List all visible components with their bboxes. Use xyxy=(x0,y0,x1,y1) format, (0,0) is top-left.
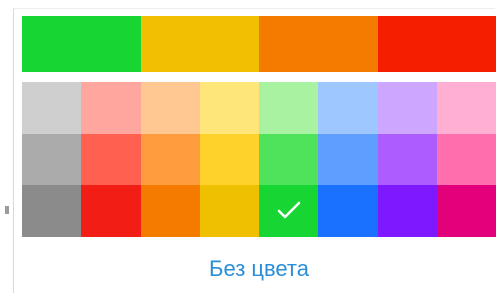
color-swatch[interactable] xyxy=(22,82,82,134)
color-swatch[interactable] xyxy=(259,133,319,186)
color-swatch[interactable] xyxy=(377,82,437,134)
color-swatch[interactable] xyxy=(140,185,200,237)
color-swatch[interactable] xyxy=(199,185,259,237)
color-swatch[interactable] xyxy=(436,82,496,134)
color-swatch[interactable] xyxy=(436,185,496,237)
color-swatch[interactable] xyxy=(199,133,259,186)
color-swatch[interactable] xyxy=(318,82,378,134)
check-icon xyxy=(277,201,300,219)
color-swatch[interactable] xyxy=(22,133,82,186)
color-swatch[interactable] xyxy=(259,185,319,237)
primary-swatch-yellow[interactable] xyxy=(140,16,259,72)
primary-swatch-orange[interactable] xyxy=(259,16,378,72)
no-color-button[interactable]: Без цвета xyxy=(209,258,309,280)
primary-color-row xyxy=(22,16,496,72)
color-swatch[interactable] xyxy=(318,133,378,186)
color-swatch[interactable] xyxy=(140,133,200,186)
color-swatch[interactable] xyxy=(318,185,378,237)
color-swatch[interactable] xyxy=(199,82,259,134)
primary-swatch-green[interactable] xyxy=(22,16,141,72)
color-swatch[interactable] xyxy=(140,82,200,134)
no-color-action[interactable]: Без цвета xyxy=(22,255,496,283)
color-swatch[interactable] xyxy=(259,82,319,134)
color-swatch[interactable] xyxy=(81,133,141,186)
color-swatch[interactable] xyxy=(436,133,496,186)
color-grid xyxy=(22,82,496,237)
color-swatch[interactable] xyxy=(377,133,437,186)
primary-swatch-red[interactable] xyxy=(377,16,496,72)
color-swatch[interactable] xyxy=(81,185,141,237)
edge-mark xyxy=(5,206,9,214)
color-swatch[interactable] xyxy=(81,82,141,134)
color-swatch[interactable] xyxy=(377,185,437,237)
color-swatch[interactable] xyxy=(22,185,82,237)
